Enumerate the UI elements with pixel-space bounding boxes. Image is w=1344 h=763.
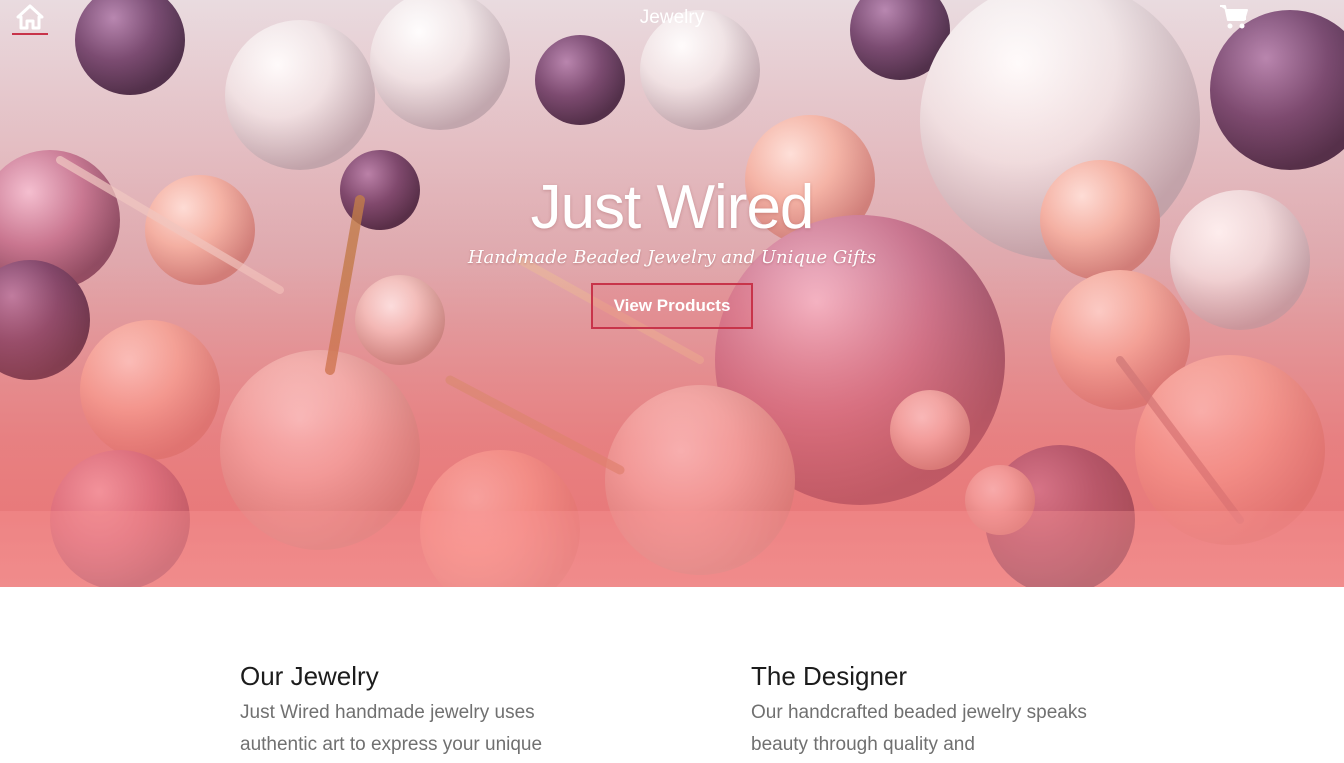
our-jewelry-text: Just Wired handmade jewelry uses authent… <box>240 702 543 755</box>
our-jewelry-column: Our Jewelry Just Wired handmade jewelry … <box>240 659 600 761</box>
hero-content: Just Wired Handmade Beaded Jewelry and U… <box>0 172 1344 329</box>
hero-title: Just Wired <box>530 173 815 242</box>
home-icon <box>16 4 44 30</box>
designer-column: The Designer Our handcrafted beaded jewe… <box>751 659 1111 761</box>
intro-section: Our Jewelry Just Wired handmade jewelry … <box>0 587 1344 763</box>
cart-icon <box>1220 5 1248 29</box>
top-navigation: Jewelry <box>0 0 1344 40</box>
cart-link[interactable] <box>1219 3 1249 31</box>
view-products-button[interactable]: View Products <box>590 283 754 329</box>
designer-heading: The Designer <box>751 661 908 691</box>
home-link[interactable] <box>12 2 48 36</box>
our-jewelry-heading: Our Jewelry <box>240 661 379 691</box>
hero-subtitle: Handmade Beaded Jewelry and Unique Gifts <box>467 247 877 268</box>
hero-bottom-band <box>0 511 1344 587</box>
nav-title[interactable]: Jewelry <box>572 7 772 29</box>
designer-text: Our handcrafted beaded jewelry speaks be… <box>751 702 1087 755</box>
hero-section: Jewelry Just Wired Handmade Beaded Jewel… <box>0 0 1344 587</box>
active-nav-indicator <box>12 33 48 35</box>
